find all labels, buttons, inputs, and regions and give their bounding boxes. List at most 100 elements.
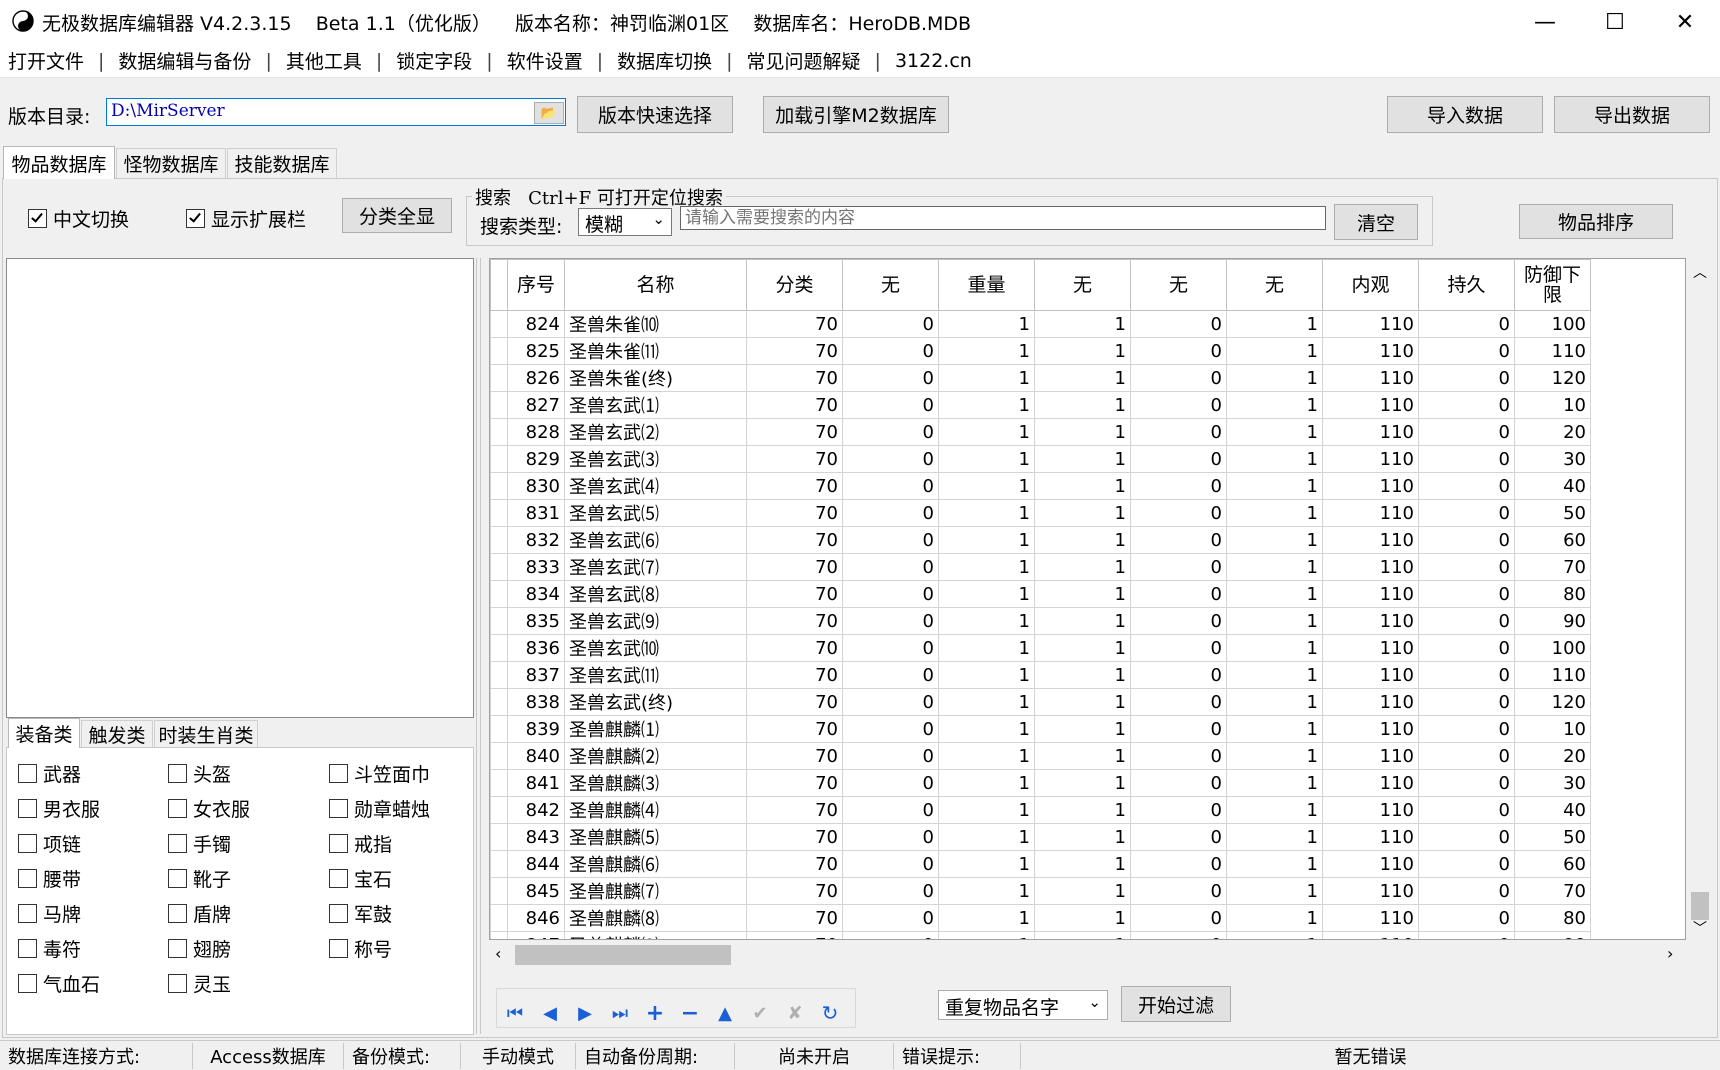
- table-cell[interactable]: 1: [1226, 931, 1323, 939]
- row-indicator[interactable]: [490, 310, 508, 338]
- table-cell[interactable]: 圣兽麒麟⑹: [564, 850, 747, 878]
- table-cell[interactable]: 0: [842, 445, 939, 473]
- table-cell[interactable]: 圣兽麒麟⑸: [564, 823, 747, 851]
- table-cell[interactable]: 1: [938, 904, 1035, 932]
- cat-male-clothes-checkbox[interactable]: 男衣服: [18, 795, 100, 822]
- menu-settings[interactable]: 软件设置: [499, 47, 591, 74]
- table-row[interactable]: 824 圣兽朱雀⑽ 70 0 1 1 0 1 110 0 100: [490, 310, 1591, 338]
- table-cell[interactable]: 1: [1034, 688, 1131, 716]
- table-cell[interactable]: 70: [746, 310, 843, 338]
- refresh-icon[interactable]: ↻: [815, 1000, 845, 1026]
- row-indicator[interactable]: [490, 337, 508, 365]
- table-cell[interactable]: 圣兽玄武⑷: [564, 472, 747, 500]
- cat-shield-checkbox[interactable]: 盾牌: [168, 900, 231, 927]
- table-cell[interactable]: 1: [1034, 553, 1131, 581]
- table-cell[interactable]: 1: [1034, 310, 1131, 338]
- table-cell[interactable]: 1: [1226, 499, 1323, 527]
- cat-belt-checkbox[interactable]: 腰带: [18, 865, 81, 892]
- scroll-right-icon[interactable]: ›: [1667, 944, 1673, 963]
- table-cell[interactable]: 0: [1418, 499, 1515, 527]
- table-cell[interactable]: 110: [1322, 634, 1419, 662]
- tab-fashion-zodiac[interactable]: 时装生肖类: [154, 720, 258, 748]
- table-cell[interactable]: 1: [1226, 904, 1323, 932]
- table-cell[interactable]: 120: [1514, 688, 1591, 716]
- table-cell[interactable]: 0: [1130, 634, 1227, 662]
- table-cell[interactable]: 70: [746, 553, 843, 581]
- table-cell[interactable]: 0: [1418, 715, 1515, 743]
- table-cell[interactable]: 824: [507, 310, 565, 338]
- col-header-none-1[interactable]: 无: [842, 259, 939, 311]
- table-cell[interactable]: 832: [507, 526, 565, 554]
- table-cell[interactable]: 1: [1226, 769, 1323, 797]
- table-cell[interactable]: 100: [1514, 634, 1591, 662]
- table-cell[interactable]: 70: [746, 337, 843, 365]
- row-indicator[interactable]: [490, 607, 508, 635]
- table-cell[interactable]: 110: [1322, 445, 1419, 473]
- table-cell[interactable]: 70: [746, 445, 843, 473]
- table-cell[interactable]: 1: [1034, 526, 1131, 554]
- tab-trigger[interactable]: 触发类: [81, 720, 153, 748]
- horizontal-scroll-thumb[interactable]: [515, 945, 731, 965]
- table-cell[interactable]: 840: [507, 742, 565, 770]
- table-cell[interactable]: 0: [1130, 823, 1227, 851]
- table-row[interactable]: 839 圣兽麒麟⑴ 70 0 1 1 0 1 110 0 10: [490, 715, 1591, 743]
- table-cell[interactable]: 0: [842, 661, 939, 689]
- row-indicator[interactable]: [490, 877, 508, 905]
- table-cell[interactable]: 10: [1514, 715, 1591, 743]
- table-cell[interactable]: 70: [746, 931, 843, 939]
- splitter-handle[interactable]: [476, 258, 481, 1034]
- table-cell[interactable]: 1: [938, 580, 1035, 608]
- table-cell[interactable]: 圣兽朱雀(终): [564, 364, 747, 392]
- table-cell[interactable]: 50: [1514, 823, 1591, 851]
- row-indicator[interactable]: [490, 769, 508, 797]
- row-indicator[interactable]: [490, 364, 508, 392]
- table-cell[interactable]: 0: [1418, 337, 1515, 365]
- row-indicator[interactable]: [490, 418, 508, 446]
- table-cell[interactable]: 30: [1514, 445, 1591, 473]
- table-cell[interactable]: 20: [1514, 742, 1591, 770]
- sort-items-button[interactable]: 物品排序: [1519, 204, 1673, 239]
- table-cell[interactable]: 70: [746, 418, 843, 446]
- table-cell[interactable]: 1: [938, 931, 1035, 939]
- table-cell[interactable]: 110: [1514, 337, 1591, 365]
- table-cell[interactable]: 110: [1322, 850, 1419, 878]
- show-all-categories-button[interactable]: 分类全显: [342, 198, 452, 233]
- table-row[interactable]: 832 圣兽玄武⑹ 70 0 1 1 0 1 110 0 60: [490, 526, 1591, 554]
- table-cell[interactable]: 0: [1418, 580, 1515, 608]
- table-cell[interactable]: 1: [1034, 445, 1131, 473]
- table-cell[interactable]: 圣兽朱雀⑾: [564, 337, 747, 365]
- add-icon[interactable]: +: [640, 1000, 670, 1026]
- table-cell[interactable]: 0: [1130, 661, 1227, 689]
- table-cell[interactable]: 1: [1034, 850, 1131, 878]
- table-cell[interactable]: 1: [1034, 634, 1131, 662]
- table-cell[interactable]: 1: [1034, 877, 1131, 905]
- col-header-name[interactable]: 名称: [564, 259, 747, 311]
- table-cell[interactable]: 1: [938, 850, 1035, 878]
- table-cell[interactable]: 0: [1130, 445, 1227, 473]
- table-cell[interactable]: 110: [1322, 472, 1419, 500]
- horizontal-scrollbar[interactable]: ‹ ›: [489, 942, 1686, 968]
- col-header-category[interactable]: 分类: [746, 259, 843, 311]
- table-row[interactable]: 828 圣兽玄武⑵ 70 0 1 1 0 1 110 0 20: [490, 418, 1591, 446]
- table-cell[interactable]: 0: [842, 310, 939, 338]
- table-cell[interactable]: 60: [1514, 850, 1591, 878]
- table-cell[interactable]: 70: [746, 742, 843, 770]
- table-cell[interactable]: 0: [1418, 904, 1515, 932]
- table-cell[interactable]: 圣兽玄武⑾: [564, 661, 747, 689]
- table-cell[interactable]: 110: [1322, 364, 1419, 392]
- table-cell[interactable]: 110: [1322, 742, 1419, 770]
- table-cell[interactable]: 0: [842, 688, 939, 716]
- table-cell[interactable]: 110: [1322, 796, 1419, 824]
- table-cell[interactable]: 90: [1514, 931, 1591, 939]
- load-m2-button[interactable]: 加载引擎M2数据库: [763, 96, 949, 133]
- row-indicator[interactable]: [490, 715, 508, 743]
- table-cell[interactable]: 0: [1418, 310, 1515, 338]
- table-cell[interactable]: 1: [1226, 715, 1323, 743]
- table-cell[interactable]: 0: [1418, 634, 1515, 662]
- table-cell[interactable]: 0: [842, 472, 939, 500]
- table-cell[interactable]: 0: [1418, 607, 1515, 635]
- table-cell[interactable]: 1: [938, 634, 1035, 662]
- table-cell[interactable]: 70: [746, 526, 843, 554]
- table-cell[interactable]: 1: [1226, 364, 1323, 392]
- table-cell[interactable]: 0: [1130, 931, 1227, 939]
